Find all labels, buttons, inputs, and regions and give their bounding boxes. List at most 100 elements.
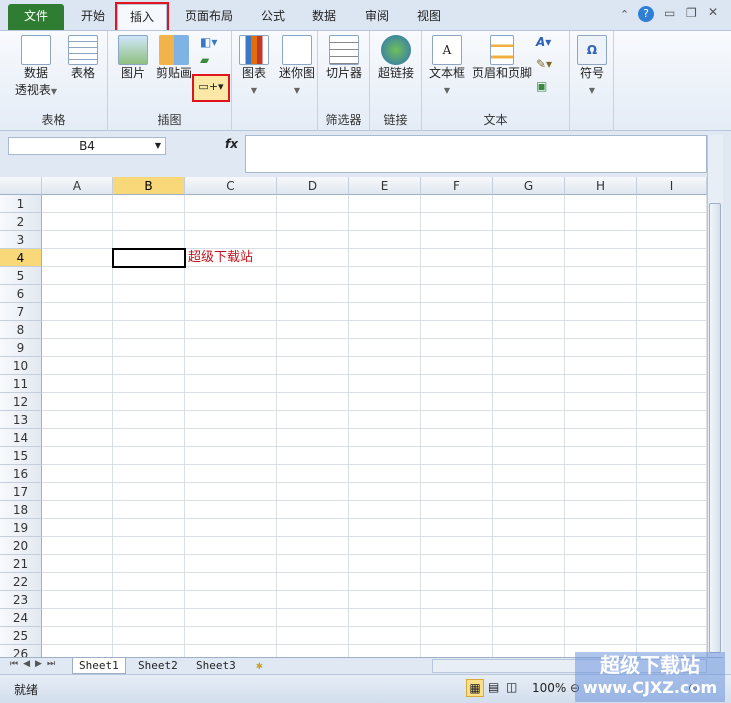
tab-view[interactable]: 视图 (408, 4, 450, 30)
symbol-button[interactable]: Ω 符号 ▼ (574, 35, 610, 99)
ribbon-tabs: 文件 开始 插入 页面布局 公式 数据 审阅 视图 ⌃ ? ▭ ❐ ✕ (0, 0, 731, 32)
sheet-tab-1[interactable]: Sheet1 (72, 658, 126, 674)
chart-label: 图表 (241, 66, 266, 80)
active-cell-B4[interactable] (112, 248, 186, 268)
row-header-21[interactable]: 21 (0, 555, 42, 573)
row-header-20[interactable]: 20 (0, 537, 42, 555)
row-header-19[interactable]: 19 (0, 519, 42, 537)
column-header-G[interactable]: G (493, 177, 565, 195)
close-icon[interactable]: ✕ (708, 5, 718, 19)
row-header-9[interactable]: 9 (0, 339, 42, 357)
sheet-tab-2[interactable]: Sheet2 (132, 658, 184, 674)
smartart-icon[interactable]: ▰ (200, 53, 209, 67)
insert-function-button[interactable]: fx (168, 137, 244, 155)
tab-review[interactable]: 审阅 (356, 4, 398, 30)
group-illustrations: 图片 剪贴画 ◧▾ ▰ ▭+▾ 插图 (108, 31, 232, 131)
cell-C4[interactable]: 超级下载站 (188, 249, 253, 267)
row-header-2[interactable]: 2 (0, 213, 42, 231)
column-header-D[interactable]: D (277, 177, 349, 195)
row-header-8[interactable]: 8 (0, 321, 42, 339)
row-header-12[interactable]: 12 (0, 393, 42, 411)
grid-hline (42, 338, 707, 339)
tab-home[interactable]: 开始 (72, 4, 114, 30)
row-header-5[interactable]: 5 (0, 267, 42, 285)
vertical-scrollbar[interactable] (707, 135, 723, 657)
header-footer-icon (490, 35, 514, 65)
normal-view-icon[interactable]: ▦ (466, 679, 484, 697)
collapse-ribbon-icon[interactable]: ⌃ (620, 8, 629, 21)
page-break-view-icon[interactable]: ◫ (506, 680, 517, 694)
column-header-F[interactable]: F (421, 177, 493, 195)
tab-formulas[interactable]: 公式 (252, 4, 294, 30)
textbox-button[interactable]: A 文本框 ▼ (424, 35, 470, 99)
watermark: 超级下载站 www.CJXZ.com (575, 652, 725, 702)
sparkline-icon (282, 35, 312, 65)
column-header-E[interactable]: E (349, 177, 421, 195)
grid-vline (636, 195, 637, 657)
picture-button[interactable]: 图片 (114, 35, 152, 82)
pivot-table-button[interactable]: 数据 透视表▼ (10, 35, 62, 100)
row-header-15[interactable]: 15 (0, 447, 42, 465)
group-sparklines: 迷你图 ▼ (274, 31, 318, 131)
sheet-tab-3[interactable]: Sheet3 (190, 658, 242, 674)
row-header-25[interactable]: 25 (0, 627, 42, 645)
row-header-7[interactable]: 7 (0, 303, 42, 321)
row-header-22[interactable]: 22 (0, 573, 42, 591)
page-layout-view-icon[interactable]: ▤ (488, 680, 499, 694)
column-header-I[interactable]: I (637, 177, 707, 195)
tab-page-layout[interactable]: 页面布局 (175, 4, 243, 30)
shapes-icon[interactable]: ◧▾ (200, 35, 217, 49)
tab-insert[interactable]: 插入 (115, 2, 169, 32)
row-header-6[interactable]: 6 (0, 285, 42, 303)
sparkline-button[interactable]: 迷你图 ▼ (276, 35, 318, 99)
row-header-18[interactable]: 18 (0, 501, 42, 519)
row-header-4[interactable]: 4 (0, 249, 42, 267)
name-box[interactable]: B4 ▼ (8, 137, 166, 155)
watermark-line2: www.CJXZ.com (582, 678, 718, 697)
zoom-level[interactable]: 100% (532, 681, 566, 695)
hyperlink-label: 超链接 (377, 66, 414, 80)
row-header-1[interactable]: 1 (0, 195, 42, 213)
row-header-16[interactable]: 16 (0, 465, 42, 483)
help-icon[interactable]: ? (638, 6, 654, 22)
clipart-button[interactable]: 剪贴画 (154, 35, 194, 82)
column-header-H[interactable]: H (565, 177, 637, 195)
group-symbols: Ω 符号 ▼ (570, 31, 614, 131)
tab-data[interactable]: 数据 (303, 4, 345, 30)
column-header-C[interactable]: C (185, 177, 277, 195)
minimize-icon[interactable]: ▭ (664, 6, 675, 20)
row-header-11[interactable]: 11 (0, 375, 42, 393)
row-header-24[interactable]: 24 (0, 609, 42, 627)
insert-sheet-icon[interactable]: ✱ (250, 658, 269, 674)
object-icon[interactable]: ▣ (536, 79, 547, 93)
hyperlink-button[interactable]: 超链接 (374, 35, 418, 82)
tab-file[interactable]: 文件 (8, 4, 64, 30)
row-header-14[interactable]: 14 (0, 429, 42, 447)
slicer-button[interactable]: 切片器 (322, 35, 366, 82)
grid-hline (42, 644, 707, 645)
screenshot-button[interactable]: ▭+▾ (192, 74, 230, 102)
formula-input[interactable] (245, 135, 707, 173)
column-header-B[interactable]: B (113, 177, 185, 195)
grid-hline (42, 302, 707, 303)
table-button[interactable]: 表格 (64, 35, 102, 82)
grid-hline (42, 284, 707, 285)
select-all-corner[interactable] (0, 177, 42, 195)
row-header-26[interactable]: 26 (0, 645, 42, 657)
pivot-label: 数据 (23, 66, 48, 80)
wordart-icon[interactable]: A▾ (536, 35, 551, 49)
signature-line-icon[interactable]: ✎▾ (536, 57, 552, 71)
chart-button[interactable]: 图表 ▼ (236, 35, 272, 99)
restore-icon[interactable]: ❐ (686, 6, 697, 20)
row-header-23[interactable]: 23 (0, 591, 42, 609)
row-header-13[interactable]: 13 (0, 411, 42, 429)
column-header-A[interactable]: A (42, 177, 113, 195)
vertical-scroll-thumb[interactable] (709, 203, 721, 653)
worksheet-grid[interactable]: A B C D E F G H I 1 2 3 4 5 6 7 8 9 10 11 12 13 14 15 16 17 18 19 20… (0, 177, 707, 657)
grid-vline (492, 195, 493, 657)
row-header-17[interactable]: 17 (0, 483, 42, 501)
header-footer-button[interactable]: 页眉和页脚 (470, 35, 534, 82)
row-header-10[interactable]: 10 (0, 357, 42, 375)
row-header-3[interactable]: 3 (0, 231, 42, 249)
sheet-nav-arrows[interactable]: ⏮◀▶⏭ (10, 659, 60, 669)
